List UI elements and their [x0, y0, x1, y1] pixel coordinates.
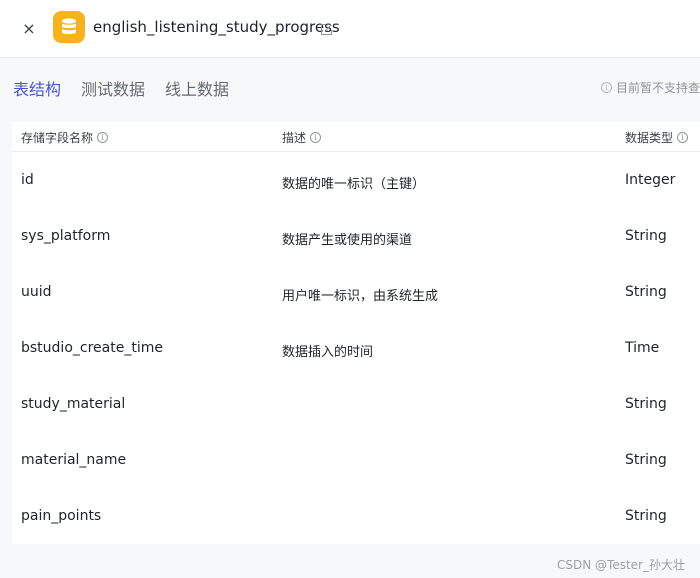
field-name: uuid: [21, 284, 52, 300]
column-header-desc: 描述 i: [282, 129, 322, 146]
watermark: CSDN @Tester_孙大壮: [557, 558, 685, 572]
field-name: study_material: [21, 396, 126, 412]
tab-online-data[interactable]: 线上数据: [165, 76, 229, 100]
database-icon: [53, 11, 85, 43]
field-name: material_name: [21, 452, 127, 468]
table-title: english_listening_study_progress: [93, 18, 340, 36]
table-row: material_name String: [12, 432, 700, 488]
field-type: String: [625, 228, 667, 244]
column-header-name-label: 存储字段名称: [21, 131, 94, 145]
column-header-type: 数据类型 i: [625, 129, 689, 146]
table-row: uuid 用户唯一标识，由系统生成 String: [12, 264, 700, 320]
close-icon[interactable]: ×: [18, 17, 40, 39]
field-type: String: [625, 284, 667, 300]
info-icon[interactable]: i: [97, 132, 109, 143]
field-desc: 数据的唯一标识（主键）: [282, 177, 426, 192]
edit-icon[interactable]: [320, 21, 334, 36]
field-type: String: [625, 508, 667, 524]
field-type: String: [625, 396, 667, 412]
info-icon: i: [601, 82, 612, 93]
field-desc: 用户唯一标识，由系统生成: [282, 289, 439, 304]
table-body: id 数据的唯一标识（主键） Integer sys_platform 数据产生…: [12, 152, 700, 544]
table-row: sys_platform 数据产生或使用的渠道 String: [12, 208, 700, 264]
table-header: 存储字段名称 i 描述 i 数据类型 i: [12, 122, 700, 152]
notice-text: 目前暂不支持查: [616, 81, 700, 95]
tab-test-data[interactable]: 测试数据: [81, 76, 145, 100]
field-desc: 数据产生或使用的渠道: [282, 233, 413, 248]
info-icon[interactable]: i: [310, 132, 322, 143]
field-type: Integer: [625, 172, 676, 188]
column-header-desc-label: 描述: [282, 131, 307, 145]
notice: i 目前暂不支持查: [601, 79, 700, 96]
field-type: String: [625, 452, 667, 468]
field-name: pain_points: [21, 508, 102, 524]
tab-table-structure[interactable]: 表结构: [13, 76, 61, 100]
tab-bar: 表结构 测试数据 线上数据 i 目前暂不支持查: [0, 76, 700, 102]
column-header-type-label: 数据类型: [625, 131, 674, 145]
column-header-name: 存储字段名称 i: [21, 129, 109, 146]
table-row: bstudio_create_time 数据插入的时间 Time: [12, 320, 700, 376]
field-type: Time: [625, 340, 660, 356]
field-name: bstudio_create_time: [21, 340, 163, 356]
table-row: study_material String: [12, 376, 700, 432]
field-name: id: [21, 172, 34, 188]
field-name: sys_platform: [21, 228, 111, 244]
header-bar: × english_listening_study_progress: [0, 0, 700, 58]
table-row: pain_points String: [12, 488, 700, 544]
info-icon[interactable]: i: [677, 132, 689, 143]
schema-table: 存储字段名称 i 描述 i 数据类型 i id 数据的唯一标识（主键） Inte…: [12, 122, 700, 544]
field-desc: 数据插入的时间: [282, 345, 374, 360]
table-row: id 数据的唯一标识（主键） Integer: [12, 152, 700, 208]
